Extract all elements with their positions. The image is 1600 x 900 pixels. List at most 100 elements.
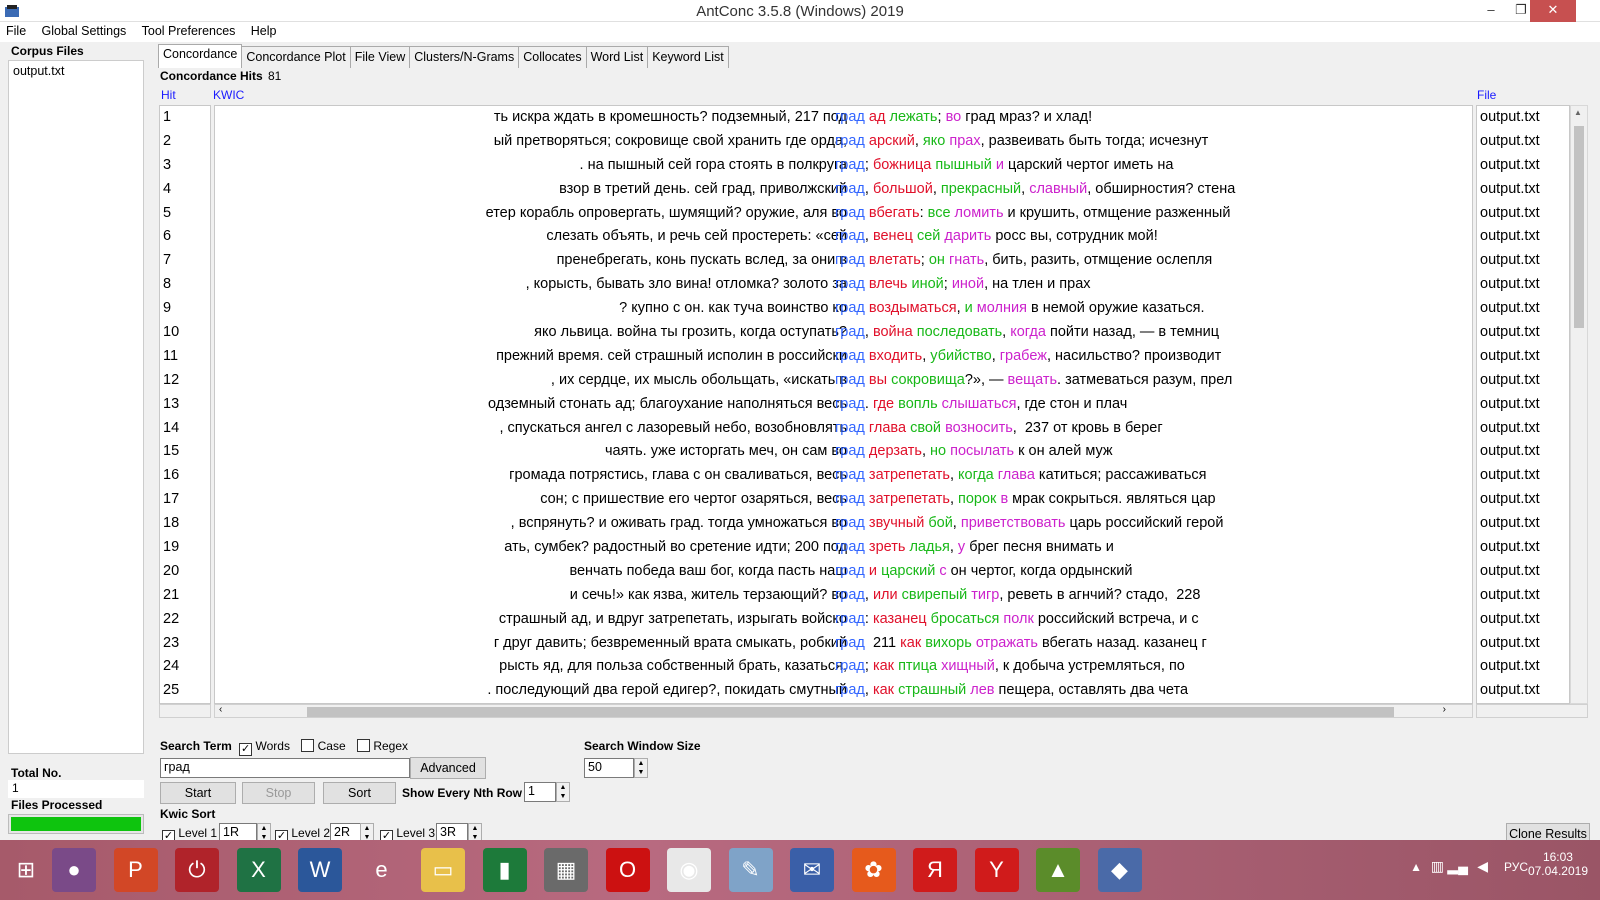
kwic-line[interactable]: чаять. уже исторгать меч, он сам во град … bbox=[215, 440, 1472, 464]
file-name-cell[interactable]: output.txt bbox=[1477, 608, 1569, 632]
hit-number[interactable]: 6 bbox=[160, 225, 210, 249]
kwic-hscrollbar[interactable]: ‹ › bbox=[214, 704, 1473, 718]
hit-number[interactable]: 22 bbox=[160, 608, 210, 632]
hit-number[interactable]: 19 bbox=[160, 536, 210, 560]
hit-number[interactable]: 13 bbox=[160, 393, 210, 417]
clock[interactable]: 16:03 07.04.2019 bbox=[1528, 850, 1588, 878]
tab-file-view[interactable]: File View bbox=[349, 46, 411, 68]
yandex-icon[interactable]: Я bbox=[913, 848, 957, 892]
file-name-cell[interactable]: output.txt bbox=[1477, 106, 1569, 130]
hit-number[interactable]: 1 bbox=[160, 106, 210, 130]
file-name-cell[interactable]: output.txt bbox=[1477, 321, 1569, 345]
scroll-up-icon[interactable]: ▲ bbox=[1574, 108, 1582, 117]
kwic-node-word[interactable]: град bbox=[835, 658, 865, 674]
calculator-icon[interactable]: ▦ bbox=[544, 848, 588, 892]
kwic-line[interactable]: и сечь!» как язва, житель терзающий? во г… bbox=[215, 584, 1472, 608]
search-window-size-input[interactable]: 50 bbox=[584, 758, 634, 778]
volume-icon[interactable]: ◀ bbox=[1477, 858, 1488, 875]
menu-global-settings[interactable]: Global Settings bbox=[36, 22, 133, 40]
file-name-cell[interactable]: output.txt bbox=[1477, 584, 1569, 608]
kwic-node-word[interactable]: град bbox=[835, 563, 865, 579]
file-name-cell[interactable]: output.txt bbox=[1477, 536, 1569, 560]
col-kwic-header[interactable]: KWIC bbox=[213, 88, 244, 102]
corpus-files-list[interactable]: output.txt bbox=[8, 60, 144, 754]
kwic-line[interactable]: етер корабль опровергать, шумящий? оружи… bbox=[215, 202, 1472, 226]
chrome-icon[interactable]: ◉ bbox=[667, 848, 711, 892]
minimize-button[interactable]: – bbox=[1476, 0, 1506, 22]
file-name-cell[interactable]: output.txt bbox=[1477, 440, 1569, 464]
hit-number[interactable]: 23 bbox=[160, 632, 210, 656]
scroll-thumb[interactable] bbox=[1574, 126, 1584, 328]
kwic-node-word[interactable]: град bbox=[835, 611, 865, 627]
kwic-node-word[interactable]: град bbox=[835, 181, 865, 197]
tab-word-list[interactable]: Word List bbox=[585, 46, 649, 68]
file-name-cell[interactable]: output.txt bbox=[1477, 345, 1569, 369]
advanced-button[interactable]: Advanced bbox=[410, 757, 486, 779]
opera-icon[interactable]: O bbox=[605, 848, 650, 892]
word-icon[interactable]: W bbox=[298, 848, 342, 892]
vertical-scrollbar[interactable]: ▲ bbox=[1570, 105, 1588, 704]
file-name-cell[interactable]: output.txt bbox=[1477, 369, 1569, 393]
kwic-node-word[interactable]: град bbox=[835, 372, 865, 388]
close-button[interactable]: ✕ bbox=[1530, 0, 1576, 22]
tab-collocates[interactable]: Collocates bbox=[518, 46, 587, 68]
file-name-cell[interactable]: output.txt bbox=[1477, 297, 1569, 321]
tab-clusters[interactable]: Clusters/N-Grams bbox=[409, 46, 520, 68]
kwic-line[interactable]: . последующий два герой едигер?, покидат… bbox=[215, 679, 1472, 703]
kwic-line[interactable]: одземный стонать ад; благоухание наполня… bbox=[215, 393, 1472, 417]
kwic-line[interactable]: венчать победа ваш бог, когда пасть наш г… bbox=[215, 560, 1472, 584]
excel-icon[interactable]: X bbox=[236, 848, 281, 892]
hit-number[interactable]: 3 bbox=[160, 154, 210, 178]
search-term-input[interactable]: град bbox=[160, 758, 410, 778]
file-name-cell[interactable]: output.txt bbox=[1477, 464, 1569, 488]
hit-number[interactable]: 21 bbox=[160, 584, 210, 608]
corpus-file-item[interactable]: output.txt bbox=[13, 64, 139, 78]
case-checkbox[interactable] bbox=[301, 739, 315, 752]
signal-icon[interactable]: ▂▄ bbox=[1447, 858, 1468, 875]
file-name-cell[interactable]: output.txt bbox=[1477, 679, 1569, 703]
hit-number[interactable]: 9 bbox=[160, 297, 210, 321]
kwic-node-word[interactable]: град bbox=[835, 635, 865, 651]
file-name-cell[interactable]: output.txt bbox=[1477, 393, 1569, 417]
file-name-cell[interactable]: output.txt bbox=[1477, 154, 1569, 178]
kwic-node-word[interactable]: град bbox=[835, 348, 865, 364]
kwic-line[interactable]: громада потрястись, глава с он сваливать… bbox=[215, 464, 1472, 488]
scroll-right-icon[interactable]: › bbox=[1443, 704, 1446, 715]
scroll-left-icon[interactable]: ‹ bbox=[219, 704, 222, 715]
media-icon[interactable]: ✿ bbox=[851, 848, 896, 892]
menu-help[interactable]: Help bbox=[245, 22, 283, 40]
hit-number-column[interactable]: 1 2 3 4 5 6 7 8 9 10 11 12 13 14 15 16 17 18 19 20 21 22 23 24 2… bbox=[159, 105, 211, 704]
file-name-cell[interactable]: output.txt bbox=[1477, 632, 1569, 656]
kwic-node-word[interactable]: град bbox=[835, 515, 865, 531]
file-name-cell[interactable]: output.txt bbox=[1477, 130, 1569, 154]
network-icon[interactable]: ▥ bbox=[1431, 858, 1444, 875]
kwic-node-word[interactable]: град bbox=[835, 587, 865, 603]
kwic-node-word[interactable]: град bbox=[835, 682, 865, 698]
kwic-hscroll-thumb[interactable] bbox=[307, 707, 1394, 717]
kwic-line[interactable]: , вспрянуть? и оживать град. тогда умнож… bbox=[215, 512, 1472, 536]
hit-number[interactable]: 16 bbox=[160, 464, 210, 488]
kwic-line[interactable]: , их сердце, их мысль обольщать, «искать… bbox=[215, 369, 1472, 393]
window-size-spinner[interactable]: ▲ ▼ bbox=[634, 758, 648, 778]
kwic-node-word[interactable]: град bbox=[835, 396, 865, 412]
kwic-line[interactable]: . на пышный сей гора стоять в полкруга гр… bbox=[215, 154, 1472, 178]
kwic-node-word[interactable]: град bbox=[835, 539, 865, 555]
hit-number[interactable]: 12 bbox=[160, 369, 210, 393]
kwic-node-word[interactable]: град bbox=[835, 109, 865, 125]
hit-number[interactable]: 4 bbox=[160, 178, 210, 202]
kwic-node-word[interactable]: град bbox=[835, 276, 865, 292]
col-file-header[interactable]: File bbox=[1477, 88, 1496, 102]
kwic-line[interactable]: ать, сумбек? радостный во сретение идти;… bbox=[215, 536, 1472, 560]
file-name-cell[interactable]: output.txt bbox=[1477, 488, 1569, 512]
hit-number[interactable]: 10 bbox=[160, 321, 210, 345]
kwic-line[interactable]: яко львица. война ты грозить, когда осту… bbox=[215, 321, 1472, 345]
file-name-cell[interactable]: output.txt bbox=[1477, 202, 1569, 226]
tab-concordance[interactable]: Concordance bbox=[158, 44, 243, 68]
kwic-line[interactable]: , спускаться ангел с лазоревый небо, воз… bbox=[215, 417, 1472, 441]
kwic-node-word[interactable]: град bbox=[835, 133, 865, 149]
hit-number[interactable]: 20 bbox=[160, 560, 210, 584]
menu-file[interactable]: File bbox=[0, 22, 32, 40]
regex-checkbox[interactable] bbox=[357, 739, 370, 752]
book-icon[interactable]: ▮ bbox=[482, 848, 527, 892]
sort-button[interactable]: Sort bbox=[323, 782, 396, 804]
